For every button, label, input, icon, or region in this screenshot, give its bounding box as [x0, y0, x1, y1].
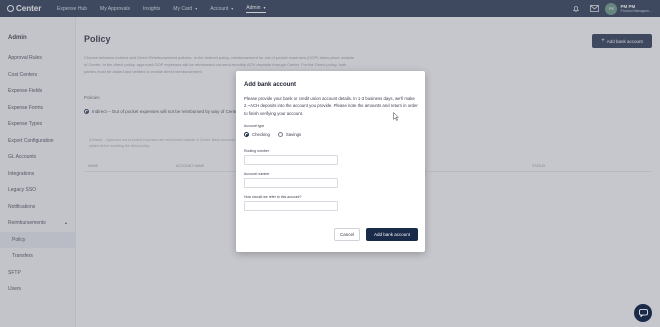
radio-unselected-icon [277, 132, 283, 137]
chat-support-button[interactable] [634, 304, 652, 322]
account-nickname-input[interactable] [244, 201, 338, 211]
radio-selected-icon [244, 132, 249, 137]
add-bank-account-modal: Add bank account Please provide your ban… [236, 71, 425, 252]
chat-bubble-icon [638, 309, 648, 317]
routing-number-label: Routing number [244, 149, 269, 153]
account-type-savings-label: Savings [285, 132, 302, 137]
account-type-checking-label: Checking [252, 132, 270, 137]
cancel-button[interactable]: Cancel [334, 228, 360, 241]
add-bank-account-submit-button[interactable]: Add bank account [366, 228, 418, 241]
account-number-input[interactable] [244, 178, 338, 188]
account-type-group: Checking Savings [244, 132, 309, 137]
account-type-savings[interactable]: Savings [277, 132, 302, 137]
mouse-cursor-icon [393, 112, 399, 121]
account-number-label: Account number [244, 172, 270, 176]
modal-title: Add bank account [244, 82, 297, 88]
modal-description: Please provide your bank or credit union… [244, 96, 418, 116]
account-type-checking[interactable]: Checking [244, 132, 270, 137]
account-type-label: Account type [244, 124, 265, 128]
account-nickname-label: How should we refer to this account? [244, 195, 302, 199]
routing-number-input[interactable] [244, 155, 338, 165]
